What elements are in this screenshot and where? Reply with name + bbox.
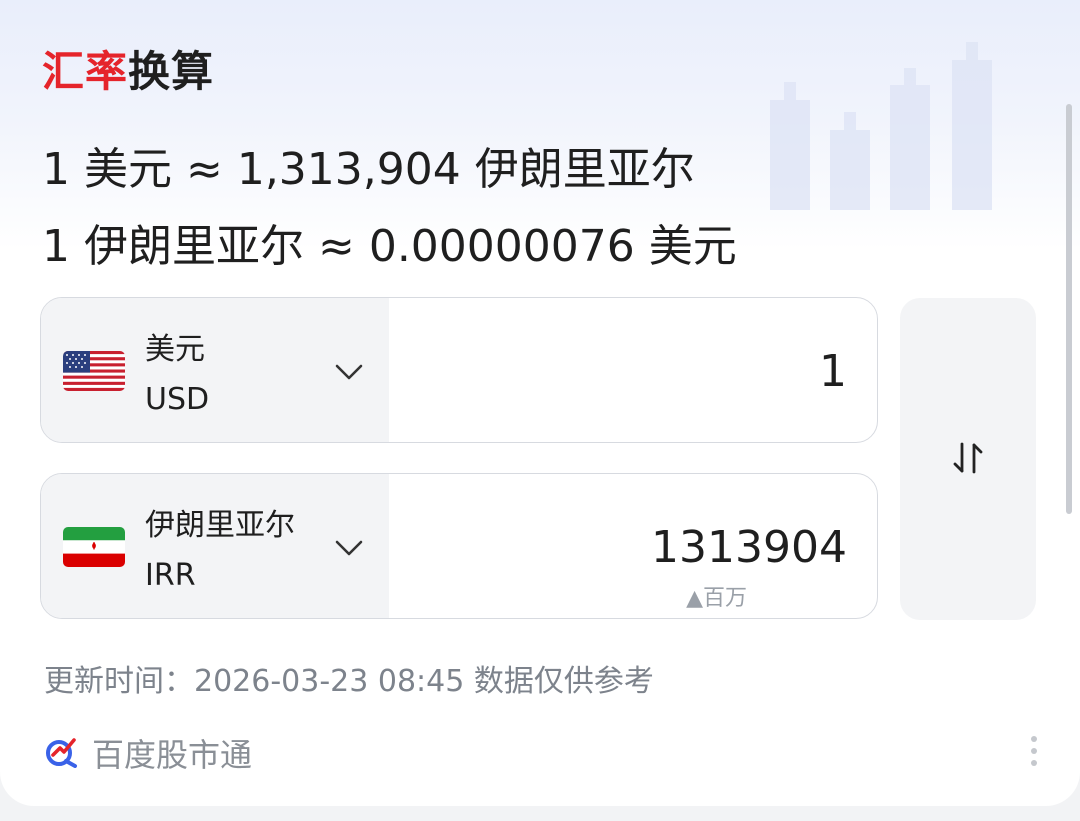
swap-arrows-icon bbox=[953, 442, 983, 474]
from-currency-code: USD bbox=[145, 382, 210, 417]
chevron-down-icon bbox=[335, 364, 363, 380]
from-currency-selector[interactable]: 美元 USD bbox=[41, 298, 389, 442]
baidu-stock-logo-icon bbox=[46, 738, 77, 768]
more-options-icon[interactable] bbox=[1026, 736, 1042, 770]
to-currency-code: IRR bbox=[145, 558, 196, 593]
update-time-note: 更新时间：2026-03-23 08:45 数据仅供参考 bbox=[44, 664, 654, 699]
swap-currencies-button[interactable] bbox=[900, 298, 1036, 620]
to-currency-name: 伊朗里亚尔 bbox=[145, 508, 295, 543]
source-label: 百度股市通 bbox=[92, 736, 253, 774]
chevron-down-icon bbox=[335, 540, 363, 556]
to-amount-value[interactable]: 1313904 bbox=[651, 522, 847, 573]
magnitude-hint: ▲百万 bbox=[686, 586, 747, 611]
scrollbar[interactable] bbox=[1066, 104, 1072, 514]
background-bar-decoration bbox=[770, 42, 992, 210]
us-flag-icon bbox=[63, 351, 125, 391]
iran-flag-icon bbox=[63, 527, 125, 567]
exchange-rate-card: 汇率换算 1 美元 ≈ 1,313,904 伊朗里亚尔 1 伊朗里亚尔 ≈ 0.… bbox=[0, 0, 1080, 806]
to-currency-selector[interactable]: 伊朗里亚尔 IRR bbox=[41, 474, 389, 618]
rate-line-irr-to-usd: 1 伊朗里亚尔 ≈ 0.00000076 美元 bbox=[42, 221, 737, 272]
title-rest: 换算 bbox=[128, 47, 215, 96]
from-currency-name: 美元 bbox=[145, 332, 205, 367]
card-title: 汇率换算 bbox=[42, 38, 214, 99]
rate-line-usd-to-irr: 1 美元 ≈ 1,313,904 伊朗里亚尔 bbox=[42, 144, 695, 195]
title-highlight: 汇率 bbox=[42, 47, 129, 96]
from-amount-input[interactable]: 1 bbox=[819, 346, 847, 397]
from-currency-row: 美元 USD 1 bbox=[40, 297, 878, 443]
to-currency-row: 伊朗里亚尔 IRR 1313904 ▲百万 bbox=[40, 473, 878, 619]
